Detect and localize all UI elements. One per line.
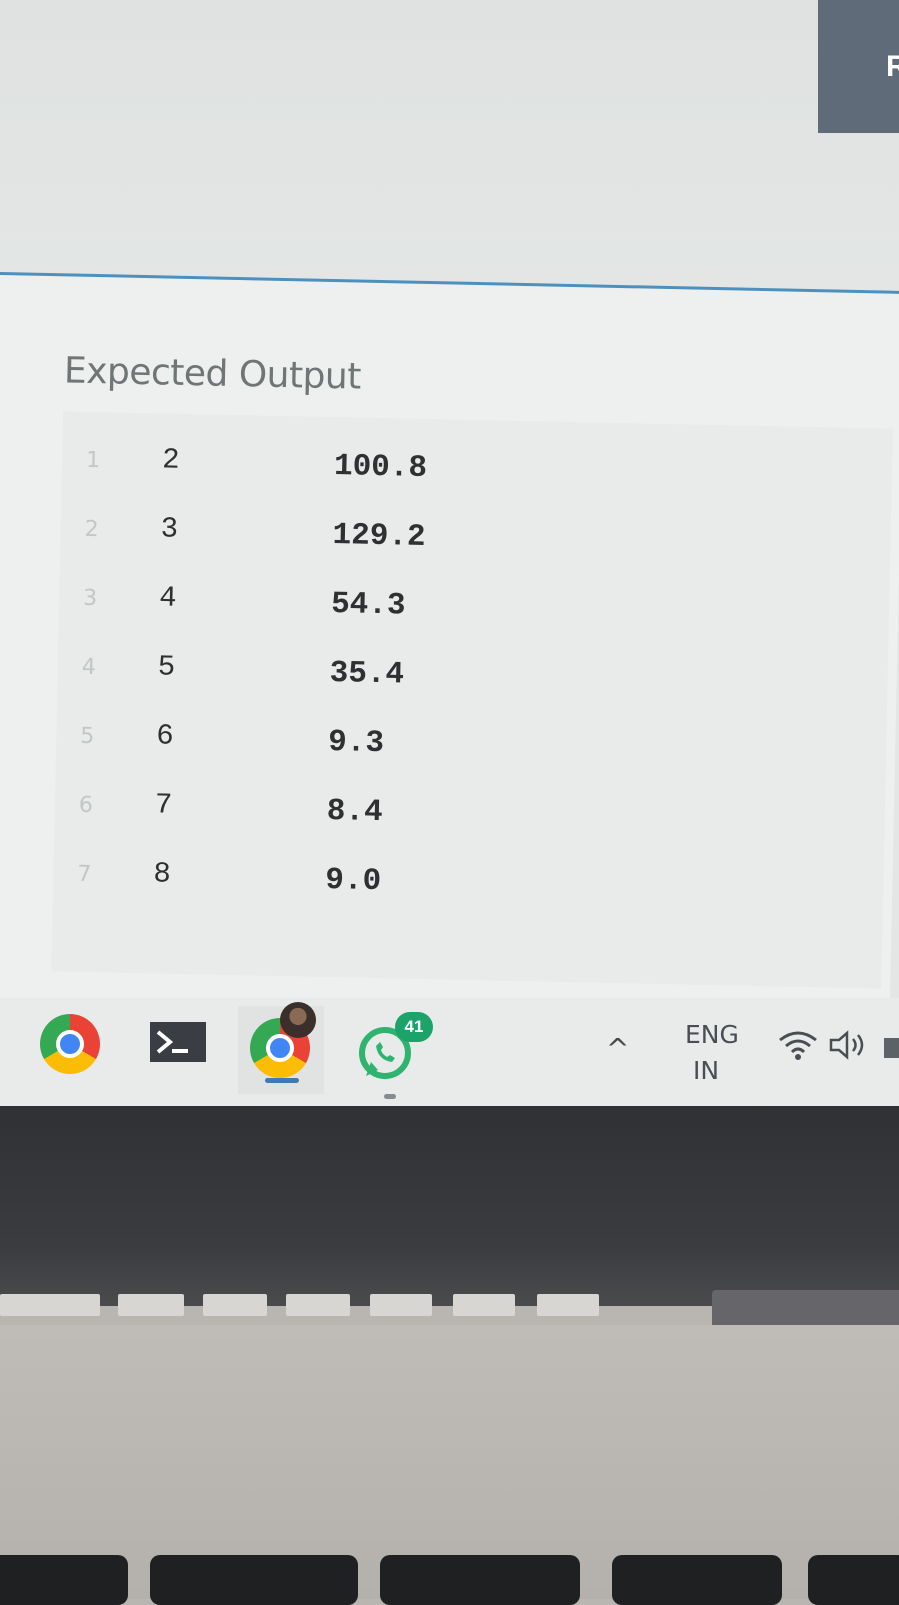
line-number: 5 [80, 723, 95, 750]
expected-output-title: Expected Output [63, 350, 362, 398]
output-value-1: 5 [157, 650, 176, 684]
top-right-button-label: R [886, 50, 899, 83]
line-number: 3 [82, 585, 98, 612]
chrome-center [266, 1034, 294, 1062]
output-line: 2 3 129.2 [60, 500, 661, 573]
output-value-2: 8.4 [326, 793, 383, 831]
volume-icon[interactable] [827, 1028, 871, 1062]
keyboard-key [0, 1555, 128, 1605]
output-line: 7 8 9.0 [53, 845, 654, 918]
line-number: 4 [81, 654, 96, 681]
output-value-2: 100.8 [333, 449, 428, 486]
hinge-vent [203, 1294, 267, 1316]
output-value-1: 6 [155, 719, 175, 753]
terminal-glyph [156, 1030, 188, 1054]
hinge-vent [286, 1294, 350, 1316]
hinge-vent [0, 1294, 100, 1316]
terminal-icon[interactable] [150, 1022, 206, 1062]
keyboard-key [612, 1555, 782, 1605]
output-line: 5 6 9.3 [56, 707, 657, 780]
language-indicator-line1[interactable]: ENG [685, 1020, 739, 1049]
line-number: 6 [78, 792, 94, 819]
page-upper-area [0, 0, 899, 290]
output-value-1: 2 [161, 443, 180, 477]
keyboard-key [808, 1555, 899, 1605]
output-line: 3 4 54.3 [59, 569, 660, 642]
chrome-icon[interactable] [40, 1014, 100, 1074]
hinge-vent [453, 1294, 515, 1316]
expected-output-code: 1 2 100.8 2 3 129.2 3 4 54.3 4 5 35.4 5 [51, 411, 893, 989]
line-number: 1 [85, 447, 101, 474]
keyboard-key [380, 1555, 580, 1605]
expected-output-panel: Expected Output 1 2 100.8 2 3 129.2 3 4 … [0, 272, 899, 1022]
hinge-vent [370, 1294, 432, 1316]
output-line: 1 2 100.8 [61, 431, 662, 504]
line-number: 7 [77, 861, 92, 888]
hinge-vent [537, 1294, 599, 1316]
output-value-2: 35.4 [329, 655, 405, 693]
output-value-2: 9.3 [327, 724, 385, 762]
output-value-1: 7 [154, 788, 173, 822]
output-value-1: 3 [160, 512, 179, 546]
laptop-hinge [0, 1290, 899, 1330]
hinge-cover [712, 1290, 899, 1326]
output-value-2: 54.3 [330, 587, 406, 624]
output-value-2: 129.2 [332, 518, 426, 555]
output-value-1: 8 [153, 857, 172, 891]
chrome-icon[interactable] [250, 1002, 316, 1078]
hinge-vent [118, 1294, 184, 1316]
screen: R Expected Output 1 2 100.8 2 3 129.2 3 … [0, 0, 899, 1120]
running-indicator [384, 1094, 396, 1099]
chevron-up-icon[interactable]: ^ [606, 1032, 629, 1065]
running-indicator [265, 1078, 299, 1083]
profile-avatar [280, 1002, 316, 1038]
output-value-1: 4 [158, 581, 177, 615]
keyboard-key [150, 1555, 358, 1605]
battery-icon[interactable] [884, 1038, 899, 1058]
output-value-2: 9.0 [324, 862, 382, 900]
chrome-center [56, 1030, 84, 1058]
output-line: 6 7 8.4 [54, 776, 655, 849]
top-right-button[interactable]: R [818, 0, 899, 133]
output-line: 4 5 35.4 [57, 638, 658, 711]
line-number: 2 [84, 516, 99, 543]
language-indicator-line2[interactable]: IN [693, 1056, 719, 1085]
laptop-bezel [0, 1106, 899, 1306]
notification-badge: 41 [395, 1012, 433, 1042]
wifi-icon[interactable] [776, 1028, 820, 1062]
taskbar: 41 ^ ENG IN [0, 998, 899, 1106]
